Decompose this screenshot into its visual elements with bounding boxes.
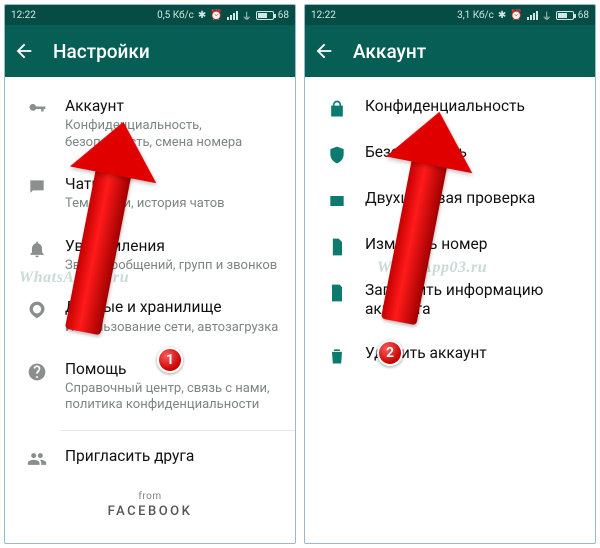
item-title: Безопасность bbox=[365, 143, 581, 162]
settings-item-invite[interactable]: Пригласить друга bbox=[5, 435, 295, 481]
battery-pct: 68 bbox=[578, 10, 589, 21]
item-title: Аккаунт bbox=[65, 97, 281, 116]
status-net: 0,5 Кб/с bbox=[157, 10, 194, 21]
account-item-two-step[interactable]: Двухшаговая проверка bbox=[305, 177, 595, 223]
account-item-privacy[interactable]: Конфиденциальность bbox=[305, 85, 595, 131]
document-icon bbox=[313, 281, 361, 303]
settings-item-account[interactable]: Аккаунт Конфиденциальность, безопасность… bbox=[5, 85, 295, 163]
item-subtitle: Звуки сообщений, групп и звонков bbox=[65, 258, 281, 274]
settings-list: Аккаунт Конфиденциальность, безопасность… bbox=[5, 77, 295, 543]
bluetooth-icon: ✱ bbox=[198, 10, 206, 21]
annotation-badge: 2 bbox=[377, 340, 403, 366]
chat-icon bbox=[13, 175, 61, 197]
back-arrow-icon[interactable] bbox=[13, 40, 35, 62]
footer: from FACEBOOK bbox=[5, 481, 295, 539]
account-item-delete[interactable]: Удалить аккаунт bbox=[305, 332, 595, 378]
trash-icon bbox=[313, 344, 361, 366]
settings-item-notifications[interactable]: Уведомления Звуки сообщений, групп и зво… bbox=[5, 225, 295, 287]
item-subtitle: Использование сети, автозагрузка bbox=[65, 320, 281, 336]
item-title: Двухшаговая проверка bbox=[365, 189, 581, 208]
bell-icon bbox=[13, 237, 61, 259]
lock-icon bbox=[313, 97, 361, 119]
battery-icon bbox=[556, 11, 574, 20]
page-title: Аккаунт bbox=[353, 40, 426, 63]
alarm-icon: ⏰ bbox=[210, 10, 222, 21]
battery-pct: 68 bbox=[278, 10, 289, 21]
item-title: Чаты bbox=[65, 175, 281, 194]
status-bar: 12:22 3,1 Кб/с ✱ ⏰ ⏚ 68 bbox=[305, 5, 595, 25]
settings-item-chats[interactable]: Чаты Тема, обои, история чатов bbox=[5, 163, 295, 225]
item-subtitle: Конфиденциальность, безопасность, смена … bbox=[65, 118, 281, 151]
account-item-request-info[interactable]: Запросить информацию аккаунта bbox=[305, 269, 595, 332]
wifi-icon: ⏚ bbox=[242, 8, 252, 23]
account-item-security[interactable]: Безопасность bbox=[305, 131, 595, 177]
app-bar: Аккаунт bbox=[305, 25, 595, 77]
back-arrow-icon[interactable] bbox=[313, 40, 335, 62]
wifi-icon: ⏚ bbox=[542, 8, 552, 23]
status-time: 12:22 bbox=[311, 10, 336, 21]
item-subtitle: Справочный центр, связь с нами, политика… bbox=[65, 381, 281, 414]
key-icon bbox=[13, 97, 61, 119]
page-title: Настройки bbox=[53, 40, 150, 63]
status-net: 3,1 Кб/с bbox=[457, 10, 494, 21]
bluetooth-icon: ✱ bbox=[498, 10, 506, 21]
data-icon bbox=[13, 298, 61, 320]
battery-icon bbox=[256, 11, 274, 20]
annotation-badge: 1 bbox=[157, 347, 183, 373]
account-list: Конфиденциальность Безопасность Двухшаго… bbox=[305, 77, 595, 543]
item-subtitle: Тема, обои, история чатов bbox=[65, 196, 281, 212]
footer-brand: FACEBOOK bbox=[5, 504, 295, 519]
pin-icon bbox=[313, 189, 361, 211]
item-title: Данные и хранилище bbox=[65, 298, 281, 317]
alarm-icon: ⏰ bbox=[510, 10, 522, 21]
phone-left: 12:22 0,5 Кб/с ✱ ⏰ ⏚ 68 Настройки Аккаун… bbox=[4, 4, 296, 544]
item-title: Изменить номер bbox=[365, 235, 581, 254]
sim-icon bbox=[313, 235, 361, 257]
item-title: Пригласить друга bbox=[65, 447, 281, 466]
signal-icon bbox=[527, 11, 538, 20]
people-icon bbox=[13, 447, 61, 469]
item-title: Уведомления bbox=[65, 237, 281, 256]
help-icon bbox=[13, 360, 61, 382]
phone-right: 12:22 3,1 Кб/с ✱ ⏰ ⏚ 68 Аккаунт Конфиден… bbox=[304, 4, 596, 544]
status-time: 12:22 bbox=[11, 10, 36, 21]
status-bar: 12:22 0,5 Кб/с ✱ ⏰ ⏚ 68 bbox=[5, 5, 295, 25]
item-title: Конфиденциальность bbox=[365, 97, 581, 116]
footer-from: from bbox=[5, 491, 295, 502]
signal-icon bbox=[227, 11, 238, 20]
account-item-change-number[interactable]: Изменить номер bbox=[305, 223, 595, 269]
shield-icon bbox=[313, 143, 361, 165]
app-bar: Настройки bbox=[5, 25, 295, 77]
divider bbox=[61, 430, 295, 431]
settings-item-help[interactable]: Помощь Справочный центр, связь с нами, п… bbox=[5, 348, 295, 426]
item-title: Запросить информацию аккаунта bbox=[365, 281, 581, 320]
settings-item-data[interactable]: Данные и хранилище Использование сети, а… bbox=[5, 286, 295, 348]
